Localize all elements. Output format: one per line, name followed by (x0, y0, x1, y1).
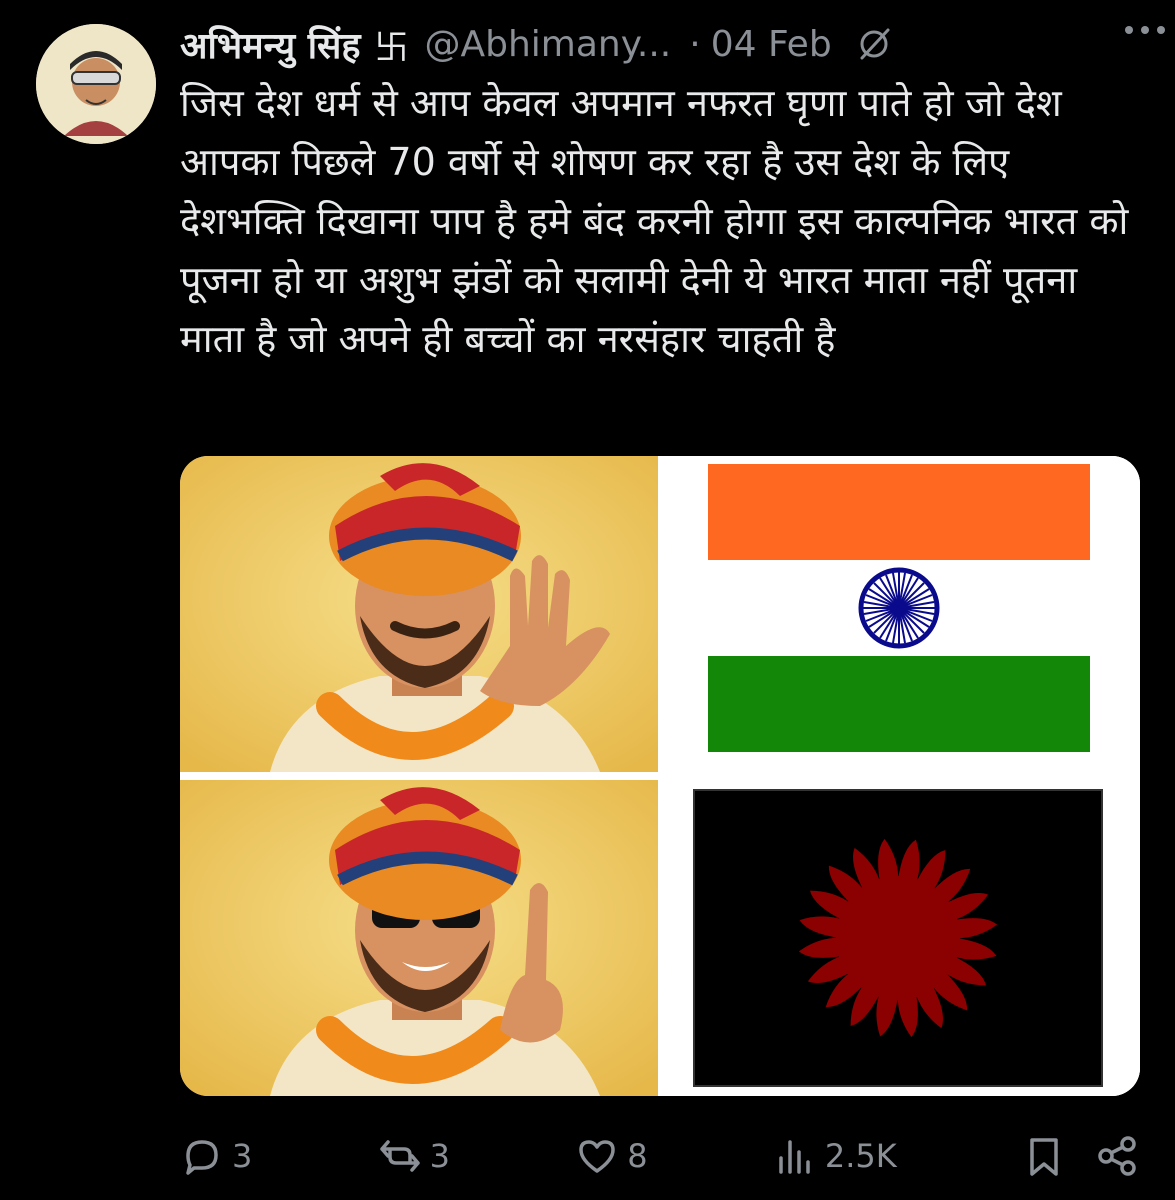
retweet-count: 3 (429, 1137, 450, 1175)
reply-icon (186, 1140, 218, 1175)
heart-icon (579, 1140, 615, 1173)
retweet-icon (379, 1140, 420, 1172)
like-count: 8 (627, 1137, 648, 1175)
author-badge: 卐 (374, 27, 409, 68)
flag-panel-top (658, 456, 1140, 772)
panel-divider (180, 772, 1140, 780)
like-button[interactable]: 8 (575, 1134, 648, 1178)
author-handle[interactable]: @Abhimany... (424, 24, 671, 65)
grok-icon[interactable] (854, 24, 894, 64)
retweet-button[interactable]: 3 (378, 1134, 450, 1178)
avatar[interactable] (36, 24, 156, 144)
tweet-actions: 3 3 8 2.5K (180, 1124, 1140, 1188)
flag-panel-bottom (658, 780, 1140, 1096)
tweet-header: अभिमन्यु सिंह 卐 @Abhimany... · 04 Feb (180, 14, 1155, 74)
tweet-text: जिस देश धर्म से आप केवल अपमान नफरत घृणा … (180, 81, 1129, 361)
separator: · (689, 23, 701, 65)
views-count: 2.5K (824, 1137, 897, 1175)
reply-button[interactable]: 3 (180, 1134, 252, 1178)
avatar-icon (36, 24, 156, 144)
more-icon[interactable] (1121, 14, 1169, 46)
tweet-media[interactable] (180, 456, 1140, 1096)
share-icon[interactable] (1096, 1134, 1140, 1178)
tweet-time[interactable]: 04 Feb (711, 24, 832, 65)
action-icons-right (1022, 1134, 1140, 1178)
meme-panel-top (180, 456, 658, 772)
reply-count: 3 (232, 1137, 253, 1175)
views-button[interactable]: 2.5K (773, 1134, 897, 1178)
author-name[interactable]: अभिमन्यु सिंह (180, 20, 360, 69)
views-icon (779, 1140, 810, 1174)
bookmark-icon[interactable] (1022, 1134, 1066, 1178)
meme-panel-bottom (180, 780, 658, 1096)
